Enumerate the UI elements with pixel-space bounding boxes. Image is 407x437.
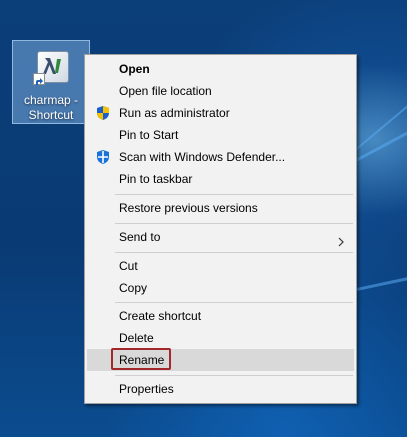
menu-item-label: Delete: [119, 331, 154, 345]
menu-separator: [115, 194, 353, 195]
menu-item-label: Cut: [119, 259, 138, 273]
menu-item-label: Open file location: [119, 84, 212, 98]
menu-item-properties[interactable]: Properties: [87, 378, 354, 400]
menu-item-open-file-location[interactable]: Open file location: [87, 80, 354, 102]
menu-item-pin-to-taskbar[interactable]: Pin to taskbar: [87, 168, 354, 190]
menu-item-label: Run as administrator: [119, 106, 230, 120]
menu-item-label: Scan with Windows Defender...: [119, 150, 286, 164]
desktop: charmap - Shortcut Open Open file locati…: [0, 0, 407, 437]
menu-item-cut[interactable]: Cut: [87, 255, 354, 277]
context-menu: Open Open file location Run as administr…: [84, 54, 357, 404]
menu-item-label: Send to: [119, 230, 161, 244]
menu-item-rename[interactable]: Rename: [87, 348, 354, 371]
menu-separator: [115, 302, 353, 303]
chevron-right-icon: [336, 232, 346, 247]
menu-item-pin-to-start[interactable]: Pin to Start: [87, 124, 354, 146]
menu-item-open[interactable]: Open: [87, 58, 354, 80]
menu-item-label: Pin to taskbar: [119, 172, 193, 186]
menu-item-label: Restore previous versions: [119, 201, 258, 215]
menu-item-label: Create shortcut: [119, 309, 202, 323]
menu-item-run-as-administrator[interactable]: Run as administrator: [87, 102, 354, 124]
menu-item-scan-with-windows-defender[interactable]: Scan with Windows Defender...: [87, 146, 354, 168]
desktop-icon-label: charmap - Shortcut: [13, 93, 89, 123]
desktop-icon-label-line1: charmap -: [23, 93, 79, 107]
desktop-icon-label-line2: Shortcut: [28, 108, 74, 122]
menu-item-label: Open: [119, 62, 150, 76]
desktop-icon-charmap-shortcut[interactable]: charmap - Shortcut: [12, 40, 90, 124]
menu-separator: [115, 223, 353, 224]
menu-item-label: Copy: [119, 281, 148, 295]
menu-item-label: Rename: [119, 353, 165, 367]
menu-item-label: Properties: [119, 382, 174, 396]
menu-item-delete[interactable]: Delete: [87, 327, 354, 349]
shortcut-arrow-icon: [33, 73, 45, 85]
menu-item-create-shortcut[interactable]: Create shortcut: [87, 305, 354, 327]
menu-separator: [115, 375, 353, 376]
menu-item-send-to[interactable]: Send to: [87, 226, 354, 248]
menu-item-restore-previous-versions[interactable]: Restore previous versions: [87, 197, 354, 219]
windows-defender-icon: [95, 149, 111, 165]
menu-item-copy[interactable]: Copy: [87, 277, 354, 299]
menu-item-label: Pin to Start: [119, 128, 179, 142]
uac-shield-icon: [95, 105, 111, 121]
menu-separator: [115, 252, 353, 253]
